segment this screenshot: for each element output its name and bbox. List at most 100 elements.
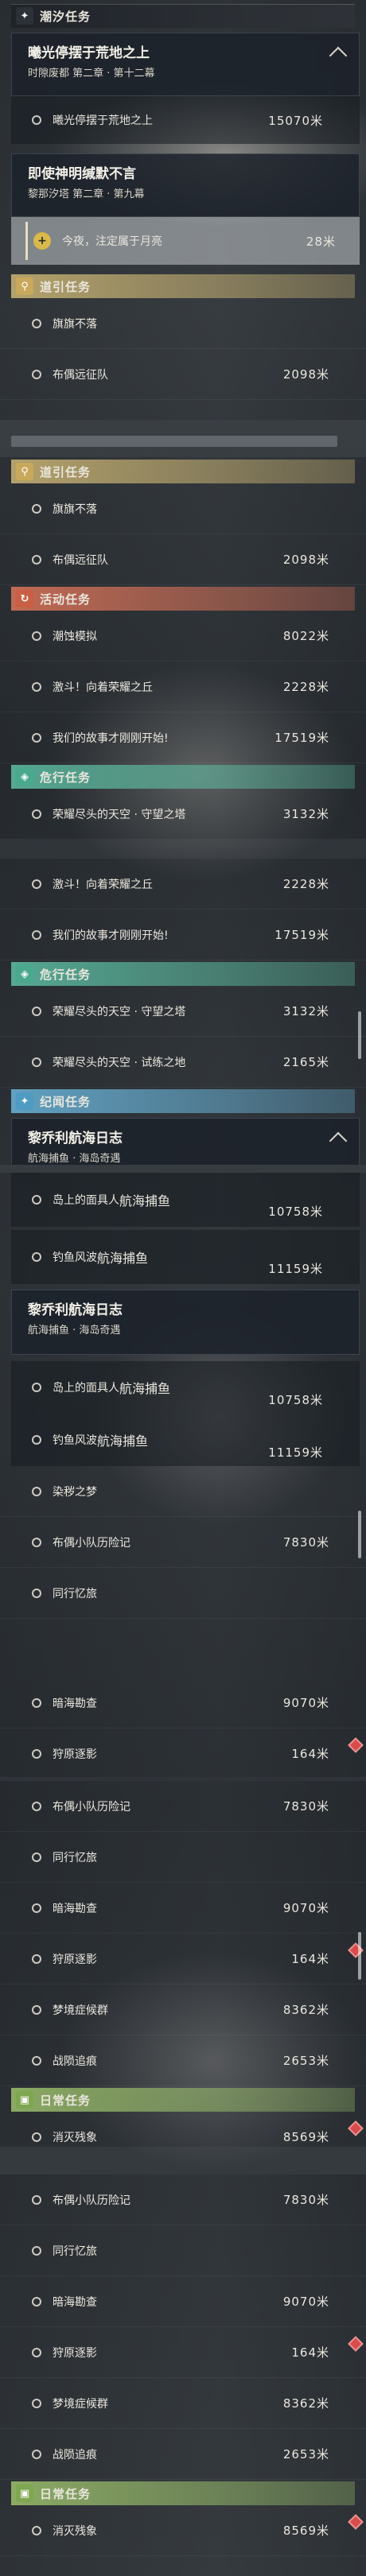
section-title: 日常任务 — [40, 2486, 92, 2501]
fishing-badge: 航海捕鱼 — [119, 1193, 171, 1208]
section-header-weixing[interactable]: ◈ 危行任务 — [11, 765, 355, 789]
quest-row-distance: 3132米 — [282, 1004, 329, 1018]
quest-row[interactable]: 布偶远征队 2098米 — [0, 349, 366, 400]
section-header-daoyin[interactable]: ⚲ 道引任务 — [11, 274, 355, 298]
circle-icon — [32, 369, 41, 379]
quest-row[interactable]: 狩原逐影 164米 — [0, 1728, 366, 1777]
section-header-weixing[interactable]: ◈ 危行任务 — [11, 962, 355, 986]
quest-row[interactable]: 旗旗不落 — [0, 483, 366, 534]
quest-row[interactable]: 战陨追痕 2653米 — [0, 2035, 366, 2086]
circle-icon — [32, 2449, 41, 2459]
section-title: 危行任务 — [40, 967, 92, 982]
quest-row-label: 旗旗不落 — [53, 502, 97, 516]
section-header-richang[interactable]: ▣ 日常任务 — [11, 2481, 355, 2505]
panel-segment-4: 岛上的面具人 航海捕鱼 10758米 钓鱼风波 航海捕鱼 11159米 — [0, 1173, 366, 1288]
quest-card[interactable]: 黎乔利航海日志 航海捕鱼 · 海岛奇遇 — [11, 1118, 360, 1165]
quest-row[interactable]: 梦境症候群 8362米 — [0, 1984, 366, 2035]
quest-row[interactable]: 战陨追痕 2653米 — [0, 2429, 366, 2480]
quest-card[interactable]: 黎乔利航海日志 航海捕鱼 · 海岛奇遇 — [11, 1290, 360, 1355]
quest-row-label: 激斗！向着荣耀之丘 — [53, 878, 153, 891]
circle-icon — [32, 1057, 41, 1067]
quest-row[interactable]: 激斗！向着荣耀之丘 2228米 — [0, 859, 366, 910]
quest-row[interactable]: 荣耀尽头的天空 · 试练之地 2165米 — [0, 1037, 366, 1088]
quest-row-distance: 2165米 — [282, 1055, 329, 1069]
circle-icon — [32, 1537, 41, 1547]
scroll-divider — [11, 436, 337, 447]
quest-row[interactable]: 暗海勘查 9070米 — [0, 1883, 366, 1934]
pin-icon: ⚲ — [16, 277, 33, 295]
quest-row[interactable]: 同行忆旅 — [0, 1832, 366, 1883]
circle-icon — [32, 630, 41, 641]
quest-row[interactable]: 狩原逐影 164米 — [0, 2327, 366, 2378]
quest-row[interactable]: 布偶小队历险记 7830米 — [0, 1517, 366, 1568]
chronicle-icon: ✦ — [16, 1092, 33, 1110]
quest-row[interactable]: 梦境症候群 8362米 — [0, 2378, 366, 2429]
quest-row[interactable]: 狩原逐影 164米 — [0, 1934, 366, 1984]
circle-icon — [32, 2055, 41, 2066]
quest-row-label: 岛上的面具人 — [53, 1382, 119, 1395]
quest-row-distance: 8362米 — [282, 2003, 329, 2017]
section-header-richang[interactable]: ▣ 日常任务 — [11, 2088, 355, 2112]
quest-row-distance: 2098米 — [282, 367, 329, 382]
circle-icon — [32, 2245, 41, 2256]
quest-row-active[interactable]: + 今夜，注定属于月亮 28米 — [11, 217, 360, 265]
quest-row[interactable]: 岛上的面具人 航海捕鱼 10758米 — [11, 1173, 360, 1227]
quest-row[interactable]: 钓鱼风波 航海捕鱼 11159米 — [11, 1230, 360, 1284]
quest-row-label: 暗海勘查 — [53, 1697, 97, 1710]
circle-icon — [32, 2347, 41, 2357]
panel-segment-1: ✦ 潮汐任务 曦光停摆于荒地之上 时隙废都 第二章 · 第十二幕 曦光停摆于荒地… — [0, 0, 366, 420]
quest-card[interactable]: 曦光停摆于荒地之上 时隙废都 第二章 · 第十二幕 — [11, 33, 360, 96]
circle-icon — [32, 879, 41, 889]
quest-row-distance: 2228米 — [282, 680, 329, 694]
quest-row-label: 布偶远征队 — [53, 368, 108, 382]
quest-row[interactable]: 布偶小队历险记 7830米 — [0, 1781, 366, 1832]
quest-row-label: 布偶小队历险记 — [53, 1800, 130, 1814]
section-header-huodong[interactable]: ↻ 活动任务 — [11, 587, 355, 611]
quest-row[interactable]: 暗海勘查 9070米 — [0, 2276, 366, 2327]
quest-row[interactable]: 激斗！向着荣耀之丘 2228米 — [0, 661, 366, 712]
circle-icon — [32, 1852, 41, 1862]
quest-row[interactable]: 钓鱼风波 航海捕鱼 11159米 — [11, 1414, 360, 1466]
quest-row-label: 我们的故事才刚刚开始! — [53, 731, 169, 745]
quest-row[interactable]: 染秽之梦 — [0, 1466, 366, 1517]
quest-row[interactable]: 潮蚀模拟 8022米 — [0, 611, 366, 661]
alert-marker-icon — [348, 2336, 364, 2352]
scrollbar-thumb[interactable] — [358, 1511, 361, 1558]
quest-row[interactable]: 同行忆旅 — [0, 2225, 366, 2276]
section-header-jiwen[interactable]: ✦ 纪闻任务 — [11, 1089, 355, 1113]
section-header-chaoxi[interactable]: ✦ 潮汐任务 — [11, 4, 355, 28]
quest-row-label: 战陨追痕 — [53, 2448, 97, 2462]
section-header-daoyin[interactable]: ⚲ 道引任务 — [11, 460, 355, 483]
alert-marker-icon — [348, 2514, 364, 2530]
circle-icon — [32, 503, 41, 514]
quest-row-distance: 28米 — [306, 234, 336, 249]
quest-row-distance: 11159米 — [268, 1262, 323, 1276]
quest-row-distance: 7830米 — [282, 1535, 329, 1550]
quest-row-label: 荣耀尽头的天空 · 守望之塔 — [53, 808, 186, 821]
quest-row[interactable]: 同行忆旅 — [0, 1568, 366, 1619]
circle-icon — [32, 1953, 41, 1964]
quest-row[interactable]: 我们的故事才刚刚开始! 17519米 — [0, 712, 366, 763]
circle-icon — [32, 2004, 41, 2015]
quest-row[interactable]: 布偶远征队 2098米 — [0, 534, 366, 585]
scrollbar-thumb[interactable] — [358, 1011, 361, 1059]
quest-card[interactable]: 即使神明缄默不言 黎那汐塔 第二章 · 第九幕 — [11, 153, 360, 217]
quest-row-distance: 8569米 — [282, 2524, 329, 2538]
quest-row-label: 消灭残象 — [53, 2524, 97, 2538]
scrollbar-thumb[interactable] — [358, 1932, 361, 1980]
quest-row[interactable]: 岛上的面具人 航海捕鱼 10758米 — [11, 1361, 360, 1414]
quest-row[interactable]: 暗海勘查 9070米 — [0, 1678, 366, 1728]
quest-row[interactable]: 布偶小队历险记 7830米 — [0, 2174, 366, 2225]
quest-row[interactable]: 消灭残象 8569米 — [0, 2505, 366, 2556]
quest-row[interactable]: 曦光停摆于荒地之上 15070米 — [11, 96, 360, 144]
quest-row-distance: 2653米 — [282, 2054, 329, 2068]
quest-row[interactable]: 荣耀尽头的天空 · 守望之塔 3132米 — [0, 986, 366, 1037]
quest-row[interactable]: 旗旗不落 — [0, 298, 366, 349]
danger-icon: ◈ — [16, 965, 33, 983]
quest-row[interactable]: 我们的故事才刚刚开始! 17519米 — [0, 910, 366, 960]
quest-row[interactable]: 消灭残象 8569米 — [0, 2112, 366, 2147]
quest-row-label: 钓鱼风波 — [53, 1434, 97, 1447]
quest-row-label: 布偶小队历险记 — [53, 2194, 130, 2207]
quest-row-label: 同行忆旅 — [53, 1587, 97, 1600]
quest-row[interactable]: 荣耀尽头的天空 · 守望之塔 3132米 — [0, 789, 366, 839]
